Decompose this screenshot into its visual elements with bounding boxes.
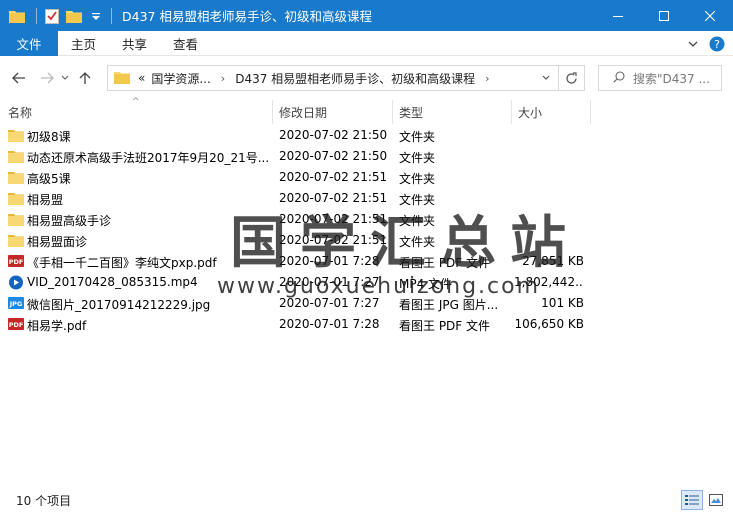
watermark-url: www.guoxuehuizong.com [217, 274, 541, 299]
folder-icon [8, 149, 24, 164]
item-count: 10 个项目 [16, 493, 72, 508]
ribbon-controls: ? [679, 34, 727, 54]
refresh-button[interactable] [558, 66, 584, 90]
breadcrumb-overflow[interactable]: « [138, 71, 145, 85]
svg-text:PDF: PDF [9, 258, 24, 266]
pdf-icon: PDF [8, 254, 24, 269]
column-divider[interactable] [590, 100, 591, 124]
maximize-button[interactable] [641, 0, 687, 31]
quick-access-toolbar [0, 0, 109, 31]
tab-file[interactable]: 文件 [0, 30, 58, 56]
properties-icon[interactable] [43, 7, 61, 25]
back-button[interactable] [8, 66, 30, 90]
maximize-icon [659, 10, 669, 21]
folder-icon [8, 170, 24, 185]
minimize-icon [613, 15, 623, 17]
file-name: 相易学.pdf [27, 319, 87, 333]
pdf-icon: PDF [8, 317, 24, 332]
new-folder-icon[interactable] [65, 7, 83, 25]
list-item[interactable]: 动态还原术高级手法班2017年9月20_21号... 2020-07-02 21… [0, 146, 733, 167]
search-input[interactable]: 搜索"D437 ... [598, 65, 722, 91]
up-button[interactable] [74, 66, 96, 90]
breadcrumb-item[interactable]: 国学资源... [151, 70, 210, 87]
tab-home[interactable]: 主页 [58, 31, 109, 56]
column-headers: ^ 名称 修改日期 类型 大小 [0, 97, 733, 124]
folder-icon [8, 191, 24, 206]
arrow-right-icon [41, 72, 54, 84]
column-header-type[interactable]: 类型 [393, 104, 423, 122]
refresh-icon [566, 71, 577, 84]
svg-text:PDF: PDF [9, 321, 24, 329]
help-icon: ? [709, 36, 725, 52]
sort-ascending-icon: ^ [132, 97, 140, 107]
column-header-size[interactable]: 大小 [512, 104, 542, 122]
folder-icon [114, 70, 130, 87]
title-bar: D437 相易盟相老师易手诊、初级和高级课程 [0, 0, 733, 31]
file-type: 文件夹 [399, 151, 436, 165]
file-name: 动态还原术高级手法班2017年9月20_21号... [27, 151, 270, 165]
folder-icon [8, 212, 24, 227]
mp4-icon [8, 275, 24, 290]
file-type: 文件夹 [399, 130, 436, 144]
chevron-down-icon [542, 75, 550, 80]
address-history-button[interactable] [536, 66, 556, 90]
list-item[interactable]: 初级8课 2020-07-02 21:50 文件夹 [0, 125, 733, 146]
details-view-button[interactable] [681, 490, 703, 510]
file-date: 2020-07-02 21:50 [279, 149, 388, 163]
column-header-date[interactable]: 修改日期 [273, 104, 327, 122]
ribbon-tabs: 文件 主页 共享 查看 ? [0, 30, 733, 56]
expand-ribbon-button[interactable] [683, 34, 703, 54]
chevron-down-icon [61, 75, 69, 80]
address-bar[interactable]: « 国学资源... › D437 相易盟相老师易手诊、初级和高级课程 › [107, 65, 585, 91]
breadcrumb: « 国学资源... › D437 相易盟相老师易手诊、初级和高级课程 › [138, 70, 500, 87]
file-size: 106,650 KB [514, 317, 584, 331]
file-date: 2020-07-01 7:28 [279, 317, 380, 331]
recent-locations-button[interactable] [58, 66, 72, 90]
list-item[interactable]: PDF 相易学.pdf 2020-07-01 7:28 看图王 PDF 文件 1… [0, 314, 733, 335]
folder-icon[interactable] [8, 7, 26, 25]
window-controls [595, 0, 733, 31]
folder-icon [8, 233, 24, 248]
file-date: 2020-07-02 21:51 [279, 170, 388, 184]
status-bar: 10 个项目 [0, 488, 733, 512]
large-icons-view-icon [709, 494, 723, 506]
chevron-down-icon [688, 41, 698, 47]
navigation-bar: « 国学资源... › D437 相易盟相老师易手诊、初级和高级课程 › 搜索"… [0, 56, 733, 100]
watermark-title: 国学汇总站 [230, 211, 580, 276]
file-type: 看图王 PDF 文件 [399, 319, 491, 333]
svg-text:?: ? [714, 38, 720, 51]
breadcrumb-item[interactable]: D437 相易盟相老师易手诊、初级和高级课程 [235, 70, 475, 87]
file-date: 2020-07-02 21:50 [279, 128, 388, 142]
chevron-right-icon[interactable]: › [485, 72, 489, 85]
close-button[interactable] [687, 0, 733, 31]
window-title: D437 相易盟相老师易手诊、初级和高级课程 [122, 9, 372, 24]
folder-icon [8, 128, 24, 143]
toolbar-separator [36, 7, 37, 24]
help-button[interactable]: ? [707, 34, 727, 54]
forward-button[interactable] [36, 66, 58, 90]
tab-share[interactable]: 共享 [109, 31, 160, 56]
search-placeholder: 搜索"D437 ... [633, 71, 710, 86]
file-type: 文件夹 [399, 172, 436, 186]
arrow-left-icon [12, 72, 25, 84]
toolbar-separator [111, 7, 112, 24]
jpg-icon: JPG [8, 296, 24, 311]
close-icon [705, 10, 715, 21]
list-item[interactable]: 高级5课 2020-07-02 21:51 文件夹 [0, 167, 733, 188]
svg-text:JPG: JPG [9, 300, 23, 308]
minimize-button[interactable] [595, 0, 641, 31]
tab-view[interactable]: 查看 [160, 31, 211, 56]
customize-toolbar-icon[interactable] [87, 7, 105, 25]
search-icon [613, 70, 625, 86]
file-name: 初级8课 [27, 130, 71, 144]
chevron-right-icon[interactable]: › [221, 72, 225, 85]
large-icons-view-button[interactable] [705, 490, 727, 510]
column-header-name[interactable]: 名称 [2, 104, 32, 122]
details-view-icon [685, 495, 699, 505]
view-switcher [679, 490, 727, 510]
file-name: 高级5课 [27, 172, 71, 186]
arrow-up-icon [79, 72, 91, 84]
